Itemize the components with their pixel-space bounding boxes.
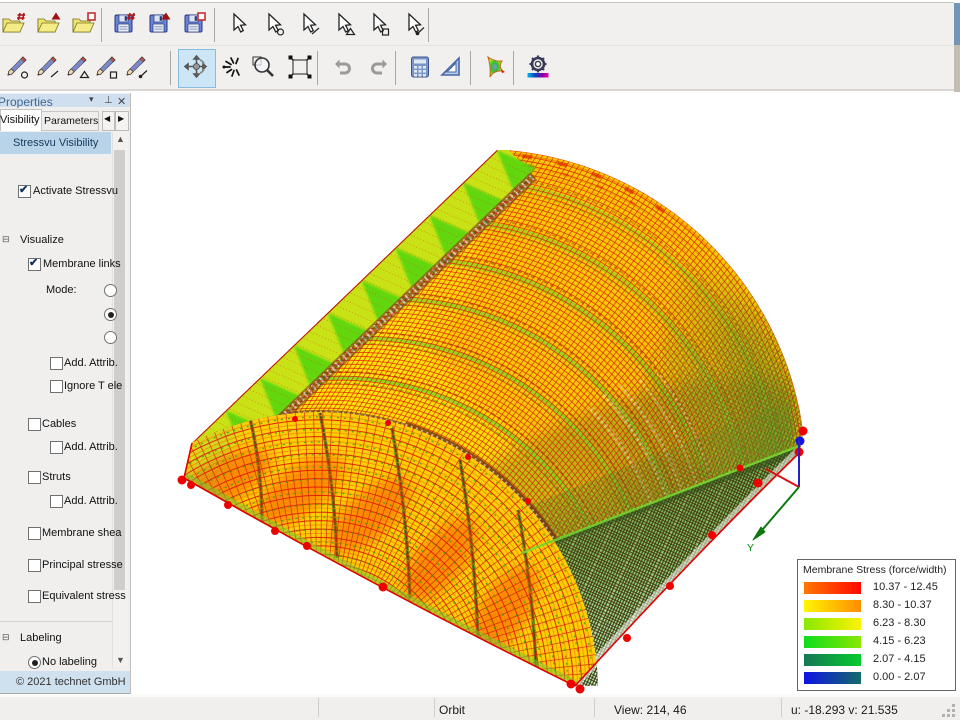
svg-text:Y: Y <box>747 542 754 554</box>
